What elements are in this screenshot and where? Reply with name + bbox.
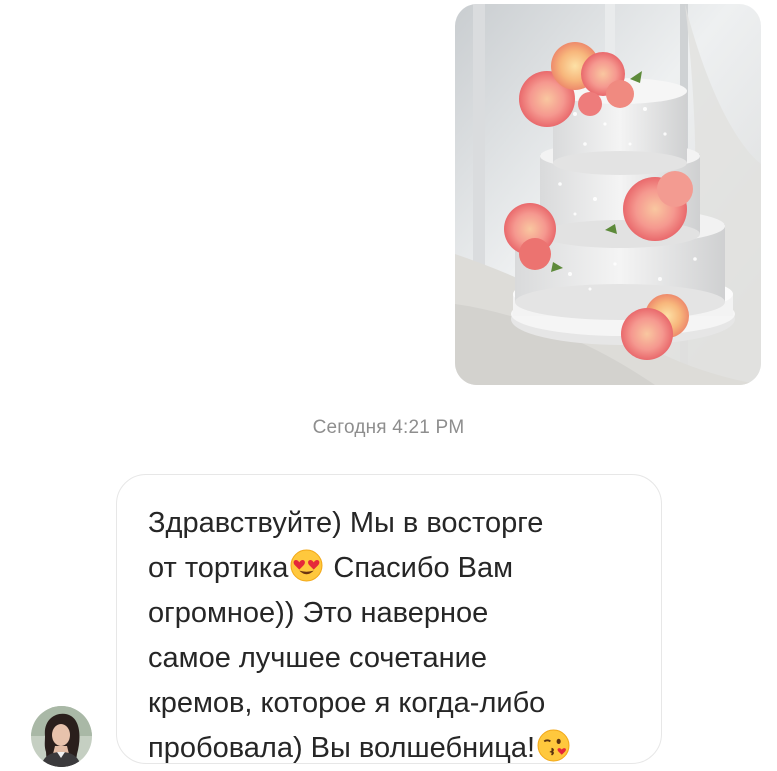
message-line: самое лучшее сочетание	[148, 636, 641, 681]
kissing-wink-emoji-icon	[537, 729, 570, 762]
message-line: огромное)) Это наверное	[148, 591, 641, 636]
message-text: Здравствуйте) Мы в восторге	[148, 507, 544, 539]
message-text: кремов, которое я когда-либо	[148, 687, 546, 719]
message-line: Здравствуйте) Мы в восторге	[148, 501, 641, 546]
message-text: самое лучшее сочетание	[148, 642, 488, 674]
sender-avatar[interactable]	[31, 706, 92, 767]
message-text: Спасибо Вам	[325, 552, 514, 584]
user-avatar-icon	[31, 706, 92, 767]
received-message-bubble[interactable]: Здравствуйте) Мы в восторге от тортика С…	[116, 474, 662, 764]
message-line: кремов, которое я когда-либо	[148, 681, 641, 726]
message-timestamp: Сегодня 4:21 PM	[312, 417, 465, 438]
message-text: пробовала) Вы волшебница!	[148, 732, 536, 764]
message-text: огромное)) Это наверное	[148, 597, 489, 629]
message-line: пробовала) Вы волшебница!	[148, 726, 641, 771]
message-line: от тортика Спасибо Вам	[148, 546, 641, 591]
sent-photo-message[interactable]	[455, 4, 761, 385]
cake-photo	[455, 4, 761, 385]
message-text: от тортика	[148, 552, 289, 584]
heart-eyes-emoji-icon	[290, 549, 323, 582]
